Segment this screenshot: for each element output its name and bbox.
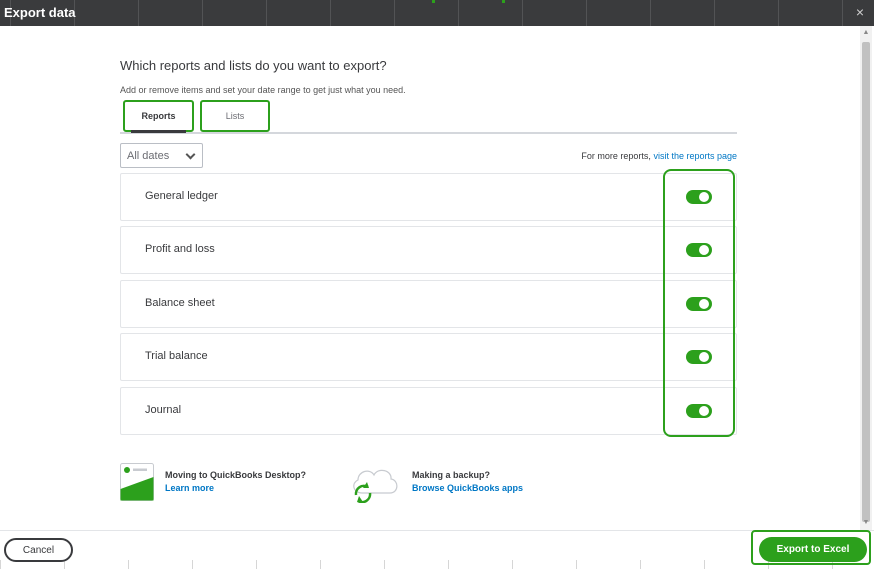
report-row-balance-sheet: Balance sheet [120, 280, 737, 328]
dialog-title: Export data [4, 5, 76, 20]
report-toggle-balance-sheet[interactable] [686, 297, 712, 311]
browse-apps-link[interactable]: Browse QuickBooks apps [412, 483, 523, 493]
report-label: Profit and loss [145, 243, 215, 255]
reports-page-link[interactable]: visit the reports page [653, 151, 737, 161]
page-subtitle: Add or remove items and set your date ra… [120, 85, 406, 95]
report-label: Balance sheet [145, 297, 215, 309]
tab-reports[interactable]: Reports [123, 100, 194, 133]
report-toggle-profit-and-loss[interactable] [686, 243, 712, 257]
toggle-knob [699, 299, 709, 309]
report-row-general-ledger: General ledger [120, 173, 737, 221]
report-label: Journal [145, 404, 182, 416]
more-reports-note: For more reports, visit the reports page [581, 151, 737, 161]
desktop-window-icon [120, 463, 154, 501]
promo-backup-title: Making a backup? [412, 470, 491, 480]
tab-bar: Reports Lists [120, 98, 737, 134]
date-range-select[interactable]: All dates [120, 143, 203, 168]
report-label: Trial balance [145, 350, 208, 362]
tab-lists[interactable]: Lists [200, 100, 270, 132]
report-row-journal: Journal [120, 387, 737, 435]
title-bar-grid [0, 0, 874, 26]
toggle-knob [699, 352, 709, 362]
report-label: General ledger [145, 190, 218, 202]
report-toggle-journal[interactable] [686, 404, 712, 418]
scroll-down-icon[interactable]: ▼ [860, 518, 872, 528]
background-spreadsheet-grid [0, 560, 874, 569]
report-row-trial-balance: Trial balance [120, 333, 737, 381]
title-bar-marks [430, 0, 506, 3]
promo-desktop-title: Moving to QuickBooks Desktop? [165, 470, 307, 480]
scroll-up-icon[interactable]: ▲ [860, 28, 872, 38]
export-to-excel-button[interactable]: Export to Excel [759, 537, 867, 562]
cloud-sync-icon [353, 469, 398, 503]
toggle-knob [699, 192, 709, 202]
cancel-button[interactable]: Cancel [4, 538, 73, 562]
report-toggle-general-ledger[interactable] [686, 190, 712, 204]
footer-divider [0, 530, 874, 531]
page-title: Which reports and lists do you want to e… [120, 58, 387, 73]
learn-more-link[interactable]: Learn more [165, 483, 214, 493]
chevron-down-icon [185, 149, 196, 160]
report-toggle-trial-balance[interactable] [686, 350, 712, 364]
scrollbar-thumb[interactable] [862, 42, 870, 522]
report-row-profit-and-loss: Profit and loss [120, 226, 737, 274]
close-icon[interactable]: × [856, 4, 864, 20]
toggle-knob [699, 245, 709, 255]
vertical-scrollbar[interactable]: ▲ ▼ [860, 26, 872, 530]
toggle-knob [699, 406, 709, 416]
title-bar: Export data × [0, 0, 874, 26]
more-reports-text: For more reports, [581, 151, 651, 161]
date-range-value: All dates [127, 149, 170, 162]
